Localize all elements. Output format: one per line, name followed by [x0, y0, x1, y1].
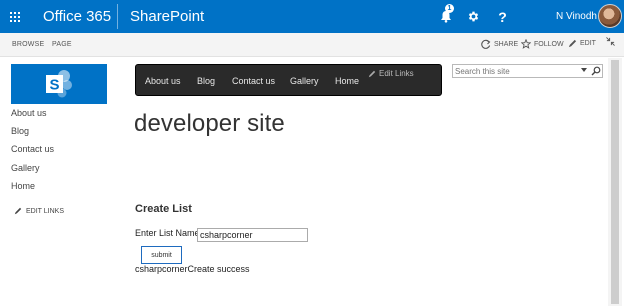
top-navigation-bar: About us Blog Contact us Gallery Home Ed… [135, 64, 442, 96]
edit-links-label: EDIT LINKS [26, 207, 64, 215]
svg-text:S: S [49, 77, 59, 94]
share-label: SHARE [494, 40, 519, 48]
help-button[interactable]: ? [487, 0, 518, 33]
topnav-item-home[interactable]: Home [335, 76, 359, 86]
follow-button[interactable]: FOLLOW [521, 39, 564, 49]
list-name-field[interactable] [197, 228, 308, 242]
suite-bar-divider [117, 4, 118, 29]
quicklaunch-item-home[interactable]: Home [11, 181, 35, 191]
pencil-icon [368, 70, 376, 77]
edit-label: EDIT [580, 40, 596, 47]
ribbon-bar: BROWSE PAGE SHARE FOLLOW EDIT [0, 33, 624, 57]
topnav-item-about-us[interactable]: About us [145, 76, 181, 86]
submit-button[interactable]: submit [141, 246, 182, 264]
waffle-icon [10, 11, 20, 22]
star-icon [521, 39, 531, 49]
topnav-edit-links[interactable]: Edit Links [368, 69, 414, 78]
create-list-heading: Create List [135, 203, 192, 215]
page-title: developer site [134, 110, 285, 137]
settings-button[interactable] [458, 0, 489, 33]
follow-label: FOLLOW [534, 40, 564, 48]
edit-page-button[interactable]: EDIT [568, 39, 596, 48]
tab-browse[interactable]: BROWSE [12, 41, 44, 48]
sharepoint-app-title[interactable]: SharePoint [130, 8, 204, 25]
search-scope-dropdown[interactable] [581, 68, 587, 72]
scrollbar-thumb[interactable] [611, 60, 619, 304]
office365-brand[interactable]: Office 365 [43, 8, 111, 25]
notification-count-badge: 1 [445, 4, 454, 13]
quicklaunch-edit-links[interactable]: EDIT LINKS [14, 207, 64, 215]
pencil-icon [568, 39, 577, 48]
search-input[interactable] [455, 65, 575, 77]
search-icon[interactable] [591, 66, 601, 76]
pencil-icon [14, 207, 22, 215]
sharepoint-logo-icon: S [46, 70, 72, 98]
user-name[interactable]: N Vinodh [556, 11, 597, 22]
site-search-box [452, 64, 603, 78]
quicklaunch-item-blog[interactable]: Blog [11, 126, 29, 136]
topnav-item-blog[interactable]: Blog [197, 76, 215, 86]
share-icon [481, 39, 491, 49]
focus-content-icon [606, 37, 615, 46]
topnav-item-gallery[interactable]: Gallery [290, 76, 319, 86]
topnav-edit-links-label: Edit Links [379, 69, 414, 78]
site-logo[interactable]: S [11, 64, 107, 104]
status-message: csharpcornerCreate success [135, 264, 250, 274]
avatar[interactable] [598, 4, 622, 28]
quicklaunch-item-gallery[interactable]: Gallery [11, 163, 40, 173]
suite-bar: Office 365 SharePoint 1 ? N Vinodh [0, 0, 624, 33]
topnav-item-contact-us[interactable]: Contact us [232, 76, 275, 86]
quicklaunch-item-about-us[interactable]: About us [11, 108, 47, 118]
list-name-label: Enter List Name [135, 228, 200, 238]
help-icon: ? [498, 8, 507, 25]
app-launcher-button[interactable] [0, 0, 30, 33]
share-button[interactable]: SHARE [481, 39, 518, 49]
quicklaunch-item-contact-us[interactable]: Contact us [11, 144, 54, 154]
focus-on-content-button[interactable] [606, 37, 615, 46]
gear-icon [468, 11, 479, 22]
page-scrollbar[interactable] [608, 58, 622, 306]
tab-page[interactable]: PAGE [52, 41, 72, 48]
